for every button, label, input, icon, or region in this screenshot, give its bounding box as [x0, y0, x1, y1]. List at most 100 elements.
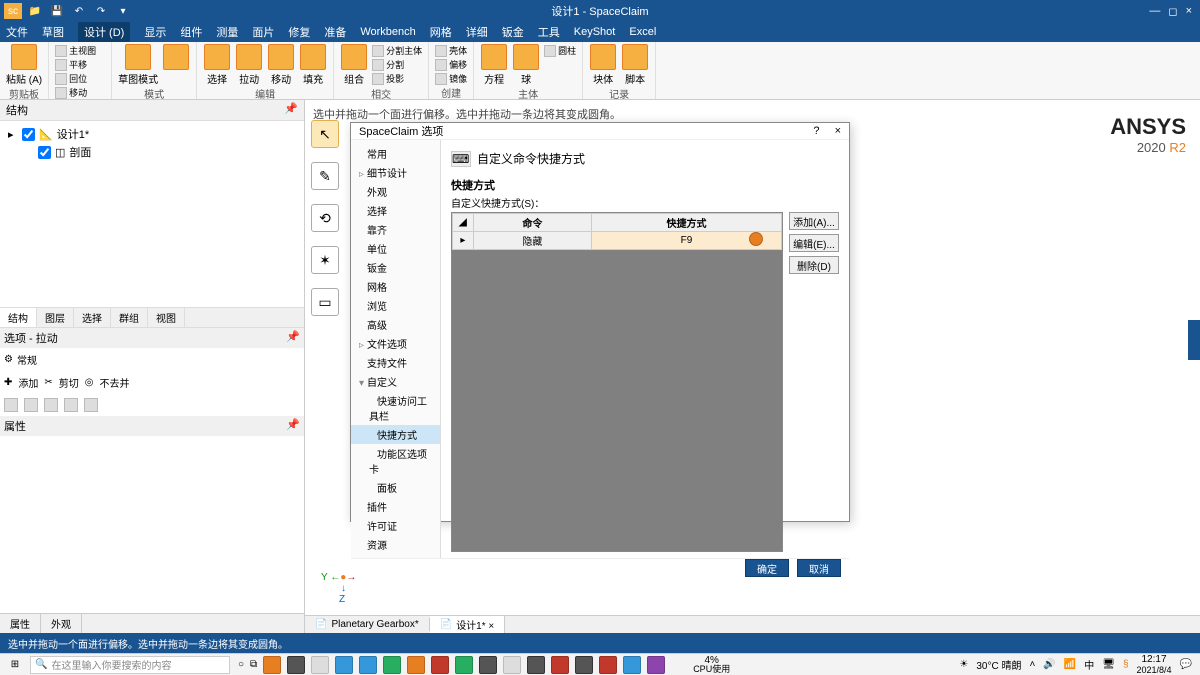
panel-pin-icon[interactable]: 📌: [284, 102, 298, 118]
window-maximize-button[interactable]: ◻: [1168, 5, 1177, 18]
left-tab[interactable]: 视图: [148, 308, 185, 327]
wps-icon[interactable]: [599, 656, 617, 674]
menu-item[interactable]: 设计 (D): [78, 22, 130, 42]
right-side-flyout-tab[interactable]: [1188, 320, 1200, 360]
cortana-icon[interactable]: ○: [238, 659, 244, 670]
ok-button[interactable]: 确定: [745, 559, 789, 577]
dialog-nav-item[interactable]: 资源: [351, 535, 440, 554]
ribbon-button[interactable]: 方程: [480, 44, 508, 86]
dialog-nav-item[interactable]: ▾自定义: [351, 372, 440, 391]
clock[interactable]: 12:17 2021/8/4: [1137, 655, 1172, 675]
tool-icon[interactable]: [64, 398, 78, 412]
titlebar-folder-icon[interactable]: 📁: [26, 3, 44, 19]
tool-icon[interactable]: [44, 398, 58, 412]
dialog-nav-item[interactable]: ▹文件选项: [351, 334, 440, 353]
canvas-tool-button[interactable]: ✎: [311, 162, 339, 190]
menu-item[interactable]: Excel: [629, 26, 656, 38]
app-icon[interactable]: [503, 656, 521, 674]
menu-item[interactable]: 面片: [252, 24, 274, 40]
menu-item[interactable]: 测量: [216, 24, 238, 40]
tool-icon[interactable]: [84, 398, 98, 412]
menu-item[interactable]: 修复: [288, 24, 310, 40]
dialog-nav-item[interactable]: 高级: [351, 315, 440, 334]
tool-icon[interactable]: [4, 398, 18, 412]
app-icon[interactable]: [431, 656, 449, 674]
ribbon-button[interactable]: 移动: [267, 44, 295, 86]
dialog-nav-item[interactable]: 网格: [351, 277, 440, 296]
left-tab[interactable]: 群组: [111, 308, 148, 327]
tray-up-icon[interactable]: ˄: [1029, 659, 1035, 670]
ribbon-small-button[interactable]: 分割: [372, 58, 422, 71]
app-icon[interactable]: [647, 656, 665, 674]
titlebar-undo-icon[interactable]: ↶: [70, 3, 88, 19]
menu-item[interactable]: 工具: [538, 24, 560, 40]
app-icon[interactable]: [479, 656, 497, 674]
ribbon-small-button[interactable]: 圆柱: [544, 44, 576, 57]
ribbon-button[interactable]: 组合: [340, 44, 368, 86]
menu-item[interactable]: 显示: [144, 24, 166, 40]
ribbon-small-button[interactable]: 主视图: [55, 44, 105, 57]
dialog-nav-item[interactable]: 面板: [351, 478, 440, 497]
explorer-icon[interactable]: [263, 656, 281, 674]
ribbon-small-button[interactable]: 平移: [55, 58, 105, 71]
start-button[interactable]: ⊞: [0, 659, 30, 670]
dialog-nav-item[interactable]: 支持文件: [351, 353, 440, 372]
ribbon-small-button[interactable]: 偏移: [435, 58, 467, 71]
dialog-nav-item[interactable]: 许可证: [351, 516, 440, 535]
titlebar-save-icon[interactable]: 💾: [48, 3, 66, 19]
shortcuts-grid[interactable]: ◢ 命令 快捷方式 ▸ 隐藏 F9: [451, 212, 783, 552]
dialog-nav-item[interactable]: 浏览: [351, 296, 440, 315]
app-icon[interactable]: [455, 656, 473, 674]
dialog-nav-item[interactable]: 外观: [351, 182, 440, 201]
ribbon-button[interactable]: 块体: [589, 44, 617, 86]
tray-icon[interactable]: §: [1123, 659, 1129, 670]
menu-item[interactable]: 文件: [6, 24, 28, 40]
dialog-nav-item[interactable]: 功能区选项卡: [351, 444, 440, 478]
tree-checkbox[interactable]: [22, 128, 35, 141]
grid-cell-command[interactable]: 隐藏: [473, 232, 591, 250]
dialog-nav-item[interactable]: 靠齐: [351, 220, 440, 239]
app-icon[interactable]: [311, 656, 329, 674]
notifications-icon[interactable]: 💬: [1180, 659, 1192, 670]
menu-item[interactable]: 组件: [180, 24, 202, 40]
dialog-nav-item[interactable]: 快速访问工具栏: [351, 391, 440, 425]
window-minimize-button[interactable]: —: [1149, 5, 1160, 18]
left-tab[interactable]: 结构: [0, 308, 37, 327]
cut-icon[interactable]: ✂: [44, 377, 52, 388]
menu-item[interactable]: 草图: [42, 24, 64, 40]
nomerge-icon[interactable]: ◎: [85, 377, 94, 388]
left-tab[interactable]: 图层: [37, 308, 74, 327]
menu-item[interactable]: 网格: [430, 24, 452, 40]
canvas-tool-button[interactable]: ↖: [311, 120, 339, 148]
add-button[interactable]: 添加(A)...: [789, 212, 839, 230]
dialog-nav-item[interactable]: 插件: [351, 497, 440, 516]
ribbon-small-button[interactable]: 镜像: [435, 72, 467, 85]
ribbon-button[interactable]: 填充: [299, 44, 327, 86]
tree-item[interactable]: ▸📐设计1*: [4, 125, 300, 143]
ribbon-small-button[interactable]: 移动: [55, 86, 105, 99]
tree-checkbox[interactable]: [38, 146, 51, 159]
ribbon-button[interactable]: 脚本: [621, 44, 649, 86]
menu-item[interactable]: 钣金: [502, 24, 524, 40]
delete-button[interactable]: 删除(D): [789, 256, 839, 274]
ribbon-small-button[interactable]: 回位: [55, 72, 105, 85]
tab-appearance[interactable]: 外观: [41, 614, 82, 633]
tray-icon[interactable]: 📶: [1064, 659, 1076, 670]
app-icon[interactable]: [383, 656, 401, 674]
titlebar-more-icon[interactable]: ▾: [114, 3, 132, 19]
dialog-nav-item[interactable]: 钣金: [351, 258, 440, 277]
panel-pin-icon[interactable]: 📌: [286, 418, 300, 434]
add-icon[interactable]: ✚: [4, 377, 12, 388]
tree-item[interactable]: ◫剖面: [4, 143, 300, 161]
app-icon[interactable]: [575, 656, 593, 674]
dialog-close-button[interactable]: ×: [835, 125, 841, 137]
ribbon-small-button[interactable]: 壳体: [435, 44, 467, 57]
dialog-nav-item[interactable]: 快捷方式: [351, 425, 440, 444]
ribbon-button[interactable]: 选择: [203, 44, 231, 86]
app-icon[interactable]: [551, 656, 569, 674]
document-tab[interactable]: 📄设计1* ×: [430, 616, 506, 633]
left-tab[interactable]: 选择: [74, 308, 111, 327]
app-icon[interactable]: [287, 656, 305, 674]
menu-item[interactable]: 准备: [324, 24, 346, 40]
document-tab[interactable]: 📄Planetary Gearbox*: [305, 618, 430, 631]
